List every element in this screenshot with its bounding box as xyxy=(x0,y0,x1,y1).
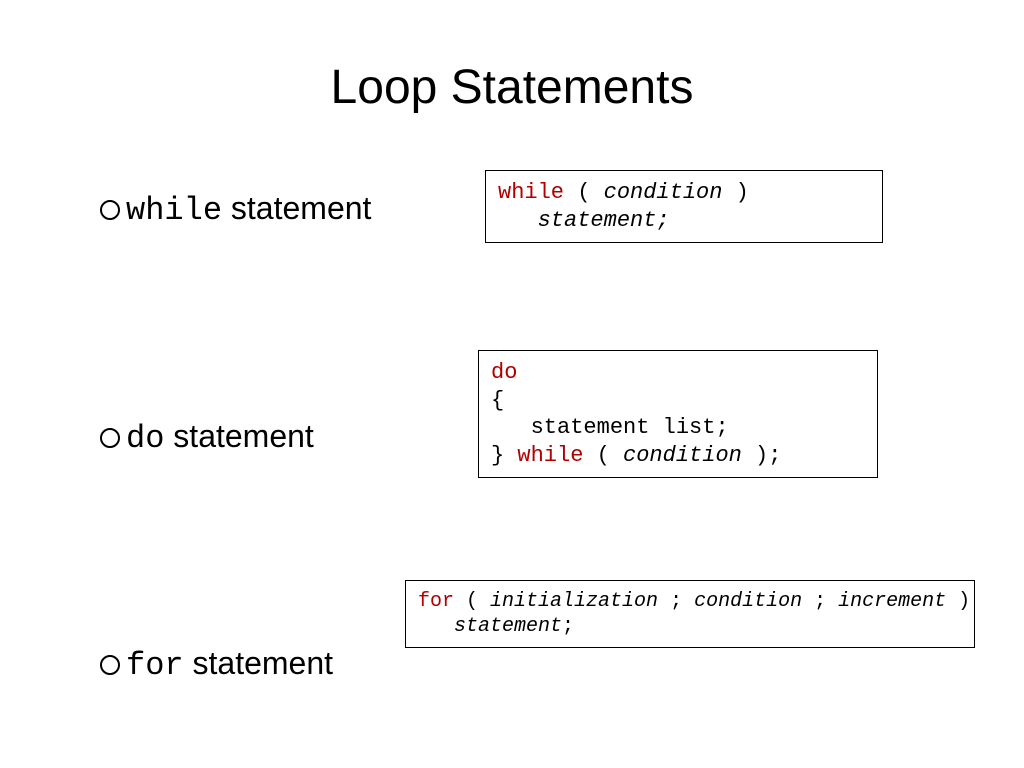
codebox-while: while ( condition ) statement; xyxy=(485,170,883,243)
code-keyword: while xyxy=(498,180,564,205)
code-indent xyxy=(498,208,538,233)
code-text: ) xyxy=(946,590,970,613)
code-text: ( xyxy=(564,180,604,205)
codebox-for: for ( initialization ; condition ; incre… xyxy=(405,580,975,648)
code-placeholder: statement; xyxy=(538,208,670,233)
code-indent xyxy=(418,615,454,638)
bullet-keyword: for xyxy=(126,647,184,684)
code-text: ); xyxy=(742,443,782,468)
code-placeholder: condition xyxy=(623,443,742,468)
bullet-for: for statement xyxy=(100,645,333,684)
code-text: { xyxy=(491,388,504,413)
code-keyword: for xyxy=(418,590,454,613)
bullet-marker-icon xyxy=(100,428,120,448)
code-text: ; xyxy=(562,615,574,638)
code-placeholder: condition xyxy=(694,590,802,613)
code-keyword: do xyxy=(491,360,517,385)
bullet-marker-icon xyxy=(100,200,120,220)
code-placeholder: condition xyxy=(604,180,723,205)
bullet-keyword: while xyxy=(126,192,222,229)
slide: Loop Statements while statement while ( … xyxy=(0,0,1024,768)
code-text: ( xyxy=(583,443,623,468)
bullet-marker-icon xyxy=(100,655,120,675)
code-text: statement list; xyxy=(531,415,729,440)
bullet-text: statement xyxy=(184,645,333,681)
slide-title: Loop Statements xyxy=(0,60,1024,115)
bullet-text: statement xyxy=(222,190,371,226)
code-placeholder: initialization xyxy=(490,590,658,613)
code-text: ; xyxy=(658,590,694,613)
code-placeholder: increment xyxy=(838,590,946,613)
code-text: } xyxy=(491,443,517,468)
code-placeholder: statement xyxy=(454,615,562,638)
bullet-keyword: do xyxy=(126,420,164,457)
bullet-while: while statement xyxy=(100,190,371,229)
bullet-do: do statement xyxy=(100,418,314,457)
code-text: ) xyxy=(722,180,748,205)
codebox-do: do { statement list; } while ( condition… xyxy=(478,350,878,478)
code-text: ( xyxy=(454,590,490,613)
code-indent xyxy=(491,415,531,440)
bullet-text: statement xyxy=(164,418,313,454)
code-keyword: while xyxy=(517,443,583,468)
code-text: ; xyxy=(802,590,838,613)
